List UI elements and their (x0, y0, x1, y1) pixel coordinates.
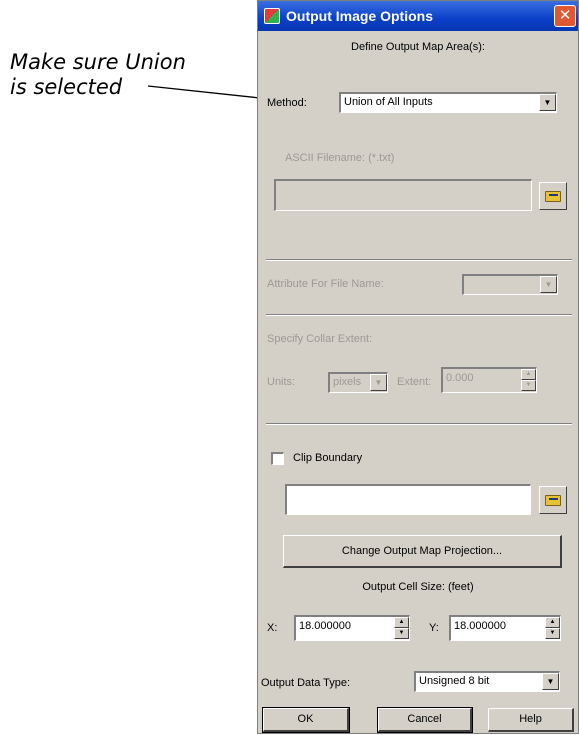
ascii-browse-button[interactable] (539, 182, 567, 210)
cell-size-y-label: Y: (429, 622, 439, 634)
collar-heading: Specify Collar Extent: (267, 333, 373, 345)
method-selected-value: Union of All Inputs (344, 96, 433, 108)
window-title: Output Image Options (286, 8, 433, 24)
chevron-down-icon[interactable]: ▼ (542, 673, 559, 690)
clip-boundary-field[interactable] (285, 484, 531, 515)
divider (266, 423, 572, 425)
annotation-line-1: Make sure Union (10, 50, 186, 74)
spinner-arrows-icon[interactable]: ▲ ▼ (394, 617, 409, 640)
title-bar[interactable]: Output Image Options ✕ (258, 1, 578, 31)
cell-size-heading: Output Cell Size: (feet) (362, 581, 474, 593)
ascii-filename-field[interactable] (274, 179, 532, 211)
divider (266, 259, 572, 261)
collar-units-value: pixels (333, 376, 362, 388)
collar-units-label: Units: (267, 376, 296, 388)
chevron-down-icon[interactable]: ▼ (539, 94, 556, 111)
collar-units-select[interactable]: pixels ▼ (328, 372, 388, 393)
collar-extent-stepper[interactable]: 0.000 ▲ ▼ (441, 367, 537, 393)
annotation-line-2: is selected (10, 75, 123, 99)
annotation-callout: Make sure Union is selected (10, 50, 230, 100)
attribute-label: Attribute For File Name: (267, 278, 384, 290)
cancel-button[interactable]: Cancel (377, 707, 473, 733)
clip-browse-button[interactable] (539, 486, 567, 514)
cell-size-y-stepper[interactable]: 18.000000 ▲ ▼ (449, 615, 561, 641)
method-label: Method: (267, 97, 307, 109)
method-select[interactable]: Union of All Inputs ▼ (339, 92, 557, 113)
cell-size-x-label: X: (267, 622, 278, 634)
folder-open-icon (545, 495, 561, 506)
chevron-down-icon[interactable]: ▼ (540, 276, 557, 293)
data-type-label: Output Data Type: (261, 677, 351, 689)
cell-size-x-stepper[interactable]: 18.000000 ▲ ▼ (294, 615, 410, 641)
close-button[interactable]: ✕ (554, 5, 576, 27)
divider (266, 314, 572, 316)
collar-extent-value: 0.000 (446, 372, 474, 384)
close-icon: ✕ (558, 7, 572, 24)
help-button[interactable]: Help (488, 708, 574, 732)
app-icon (264, 8, 280, 24)
spinner-arrows-icon[interactable]: ▲ ▼ (545, 617, 560, 640)
chevron-down-icon[interactable]: ▼ (370, 374, 387, 391)
collar-extent-label: Extent: (397, 376, 432, 388)
ok-button[interactable]: OK (262, 707, 350, 733)
folder-open-icon (545, 191, 561, 202)
cell-size-x-value: 18.000000 (299, 620, 351, 632)
data-type-select[interactable]: Unsigned 8 bit ▼ (414, 671, 560, 692)
change-projection-button[interactable]: Change Output Map Projection... (283, 535, 562, 568)
clip-boundary-checkbox[interactable] (271, 452, 284, 465)
clip-boundary-label: Clip Boundary (293, 452, 363, 464)
output-image-options-dialog: Output Image Options ✕ Define Output Map… (257, 0, 579, 734)
cell-size-y-value: 18.000000 (454, 620, 506, 632)
attribute-select[interactable]: ▼ (462, 274, 558, 295)
ascii-filename-label: ASCII Filename: (*.txt) (285, 152, 395, 164)
dialog-content: Define Output Map Area(s): Method: Union… (258, 31, 578, 735)
data-type-selected-value: Unsigned 8 bit (419, 675, 490, 687)
spinner-arrows-icon[interactable]: ▲ ▼ (521, 369, 536, 392)
define-output-heading: Define Output Map Area(s): (351, 41, 485, 53)
